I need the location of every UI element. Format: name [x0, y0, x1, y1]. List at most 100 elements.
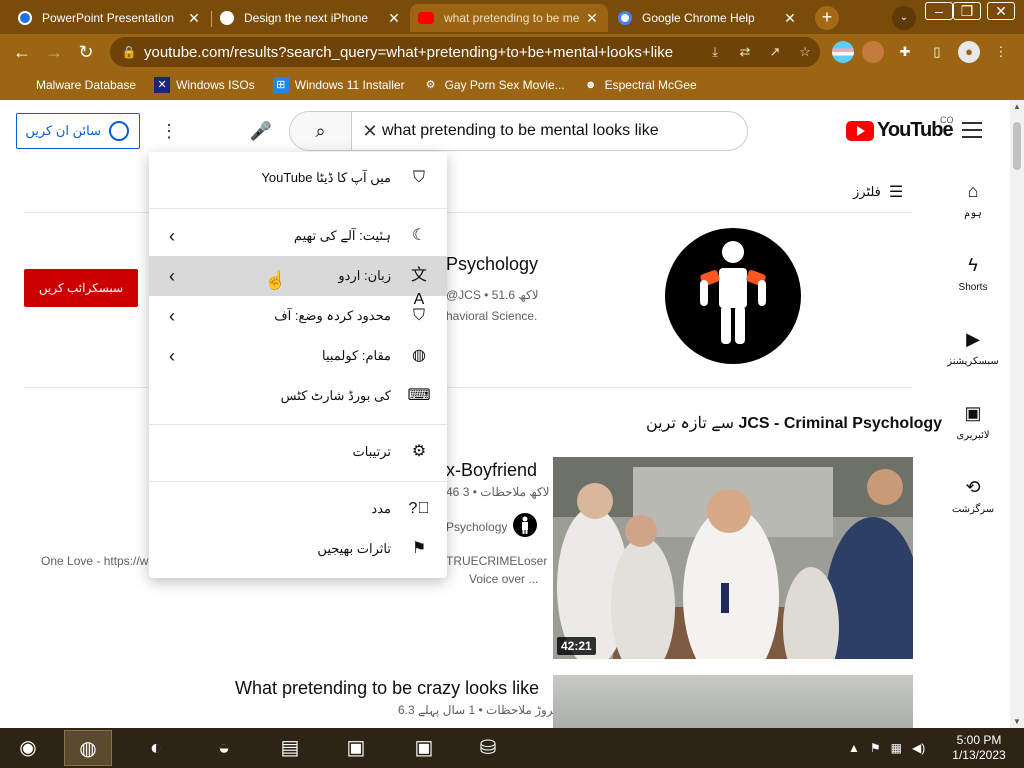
close-icon[interactable]: ✕	[386, 10, 402, 27]
video-thumbnail[interactable]: 42:21	[553, 457, 913, 659]
forward-icon[interactable]: →	[42, 40, 66, 64]
edge-icon[interactable]: ◒	[200, 730, 248, 766]
bookmark-windows-11-installer[interactable]: ⊞ Windows 11 Installer	[272, 77, 405, 93]
sign-in-button[interactable]: سائن ان کریں	[16, 113, 140, 149]
channel-avatar[interactable]	[665, 228, 801, 364]
guide-item-history[interactable]: ⟲ سرگزشت	[936, 462, 1010, 536]
tab-chrome-help[interactable]: Google Chrome Help ✕	[610, 4, 806, 32]
explorer-icon[interactable]: ▤	[266, 730, 314, 766]
address-bar[interactable]: 🔒 youtube.com/results?search_query=what+…	[110, 37, 820, 67]
bookmark-gay-porn-sex-movie[interactable]: ⚙ Gay Porn Sex Movie...	[423, 77, 565, 93]
menu-item-your-data[interactable]: ⛉ YouTube میں آپ کا ڈیٹا	[149, 158, 447, 198]
bookmark-windows-isos[interactable]: ✕ Windows ISOs	[154, 77, 255, 93]
installer-icon[interactable]: ▣	[400, 730, 448, 766]
voice-search-icon[interactable]: 🎤	[243, 113, 279, 149]
settings-menu-button[interactable]: ⋮	[160, 120, 178, 144]
guide-menu-icon[interactable]	[962, 122, 982, 143]
country-code: CO	[940, 115, 954, 125]
volume-icon[interactable]: ◀)	[912, 741, 925, 755]
video-channel-name[interactable]: Psychology	[446, 520, 507, 534]
close-icon[interactable]: ✕	[186, 10, 202, 27]
chrome-icon[interactable]: ◍	[64, 730, 112, 766]
install-app-icon[interactable]: ⤓	[700, 44, 730, 60]
back-icon[interactable]: ←	[10, 40, 34, 64]
tab-youtube[interactable]: what pretending to be me ✕	[410, 4, 608, 32]
installer-icon[interactable]: ▣	[332, 730, 380, 766]
scroll-up-icon[interactable]: ▲	[1010, 102, 1024, 111]
video-channel-avatar[interactable]	[513, 513, 537, 537]
tab-iphone[interactable]: Design the next iPhone ✕	[212, 4, 410, 32]
channel-title[interactable]: Psychology	[446, 254, 538, 275]
tab-powerpoint[interactable]: PowerPoint Presentation ✕	[10, 4, 210, 32]
video-description: TRUECRIMELoser	[446, 554, 548, 568]
tab-strip: PowerPoint Presentation ✕ Design the nex…	[0, 0, 1024, 34]
network-icon[interactable]: ⛁	[464, 730, 512, 766]
video-title[interactable]: x-Boyfriend	[446, 460, 537, 481]
translate-page-icon[interactable]: ⇄	[730, 44, 760, 60]
youtube-logo[interactable]: YouTube CO	[846, 115, 954, 142]
scroll-down-icon[interactable]: ▼	[1010, 717, 1024, 726]
lock-icon[interactable]: 🔒	[114, 45, 144, 59]
flag-icon[interactable]: ⚑	[870, 741, 881, 755]
tab-title: what pretending to be me	[444, 11, 580, 25]
apple-favicon-icon	[220, 11, 234, 25]
guide-item-home[interactable]: ⌂ ہوم	[936, 166, 1010, 240]
guide-item-subscriptions[interactable]: ▶ سبسکرپشنز	[936, 314, 1010, 388]
clock[interactable]: 5:00 PM 1/13/2023	[946, 733, 1012, 763]
new-tab-button[interactable]: +	[815, 6, 839, 30]
channel-description: havioral Science.	[446, 309, 538, 323]
bookmark-label: Espectral McGee	[604, 78, 697, 92]
reload-icon[interactable]: ↻	[74, 40, 98, 64]
bookmark-espectral-mcgee[interactable]: ☻ Espectral McGee	[583, 77, 697, 93]
minimize-button[interactable]: –	[925, 2, 953, 20]
video-title[interactable]: What pretending to be crazy looks like	[235, 678, 539, 699]
youtube-favicon-icon	[418, 12, 434, 24]
menu-item-help[interactable]: ?⃝ مدد	[149, 489, 447, 529]
close-icon[interactable]: ✕	[584, 10, 600, 27]
sign-in-label: سائن ان کریں	[25, 123, 101, 138]
maximize-button[interactable]: ❐	[953, 2, 981, 20]
menu-item-keyboard-shortcuts[interactable]: ⌨ کی بورڈ شارٹ کٹس	[149, 376, 447, 416]
flag-extension-icon[interactable]	[832, 41, 854, 63]
menu-item-location[interactable]: ‹ ◍ مقام: کولمبیا	[149, 336, 447, 376]
shelf-channel-name[interactable]: JCS - Criminal Psychology	[738, 415, 942, 432]
clear-search-icon[interactable]: ✕	[360, 112, 380, 150]
filter-sliders-icon: ☰	[888, 184, 904, 201]
guide-item-library[interactable]: ▣ لائبریری	[936, 388, 1010, 462]
menu-item-send-feedback[interactable]: ⚑ تاثرات بھیجیں	[149, 529, 447, 569]
share-icon[interactable]: ↗	[760, 44, 790, 60]
filters-button[interactable]: فلٹرز ☰	[853, 182, 903, 202]
tab-search-chevron-icon[interactable]: ⌄	[892, 6, 916, 30]
moon-icon: ☾	[411, 227, 427, 244]
help-icon: ?⃝	[408, 500, 430, 517]
video-description-more: Voice over ...	[469, 572, 539, 586]
bookmark-malware-database[interactable]: Malware Database	[14, 78, 136, 92]
side-panel-icon[interactable]: ▯	[926, 41, 948, 63]
extensions-puzzle-icon[interactable]: ✚	[894, 41, 916, 63]
guide-item-shorts[interactable]: ϟ Shorts	[936, 240, 1010, 314]
firefox-icon[interactable]: ◐	[132, 730, 180, 766]
subscribe-button[interactable]: سبسکرائب کریں	[24, 269, 138, 307]
bookmark-star-icon[interactable]: ☆	[790, 44, 820, 60]
tab-title: Design the next iPhone	[244, 11, 369, 25]
network-status-icon[interactable]: ▦	[891, 741, 902, 755]
menu-item-restricted-mode[interactable]: ‹ ⛉ محدود کردہ وضع: آف	[149, 296, 447, 336]
scroll-thumb[interactable]	[1013, 122, 1021, 170]
profile-extension-icon[interactable]	[862, 41, 884, 63]
menu-item-settings[interactable]: ⚙ ترتیبات	[149, 432, 447, 472]
url-text[interactable]: youtube.com/results?search_query=what+pr…	[144, 44, 700, 61]
window-close-button[interactable]: ✕	[987, 2, 1015, 20]
menu-item-language[interactable]: ‹ 文A زبان: اردو	[149, 256, 447, 308]
menu-item-label: ترتیبات	[352, 444, 391, 459]
show-hidden-icons-icon[interactable]: ▲	[848, 741, 860, 755]
start-icon[interactable]: ◉	[4, 730, 52, 766]
chrome-menu-icon[interactable]: ⋮	[990, 41, 1012, 63]
guide-label: ہوم	[964, 208, 982, 219]
video-thumbnail[interactable]	[553, 675, 913, 728]
account-avatar-icon[interactable]: ●	[958, 41, 980, 63]
menu-item-appearance[interactable]: ‹ ☾ ہئیت: آلے کی تھیم	[149, 216, 447, 256]
close-icon[interactable]: ✕	[782, 10, 798, 27]
page-scrollbar[interactable]: ▲ ▼	[1010, 100, 1024, 728]
search-icon[interactable]: ⌕	[290, 112, 352, 150]
search-input[interactable]: what pretending to be mental looks like	[382, 112, 659, 150]
